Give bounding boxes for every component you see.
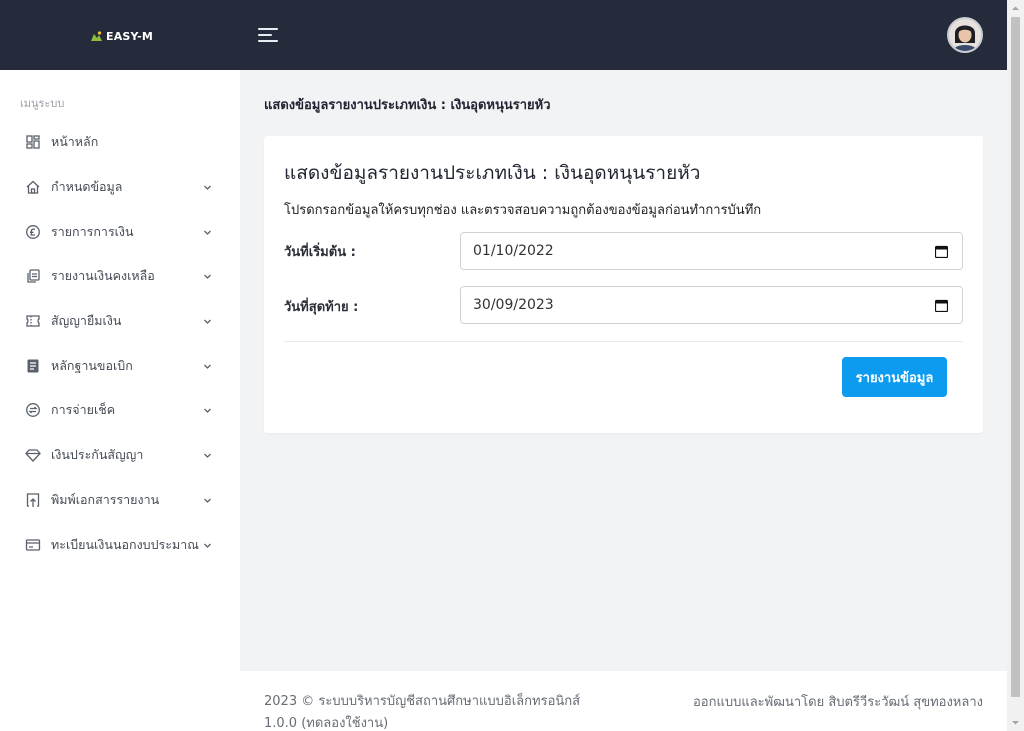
sidebar-item-cheque-payment[interactable]: การจ่ายเช็ค xyxy=(0,388,240,433)
card-divider xyxy=(284,341,963,342)
chevron-down-icon xyxy=(204,185,211,190)
diamond-icon xyxy=(25,449,41,463)
card-icon xyxy=(25,538,41,551)
chevron-down-icon xyxy=(204,453,211,459)
sidebar-item-off-budget-register[interactable]: ทะเบียนเงินนอกงบประมาณ xyxy=(0,522,240,567)
card-description: โปรดกรอกข้อมูลให้ครบทุกช่อง และตรวจสอบคว… xyxy=(284,203,762,218)
chevron-down-icon xyxy=(204,543,211,548)
sidebar-item-print-report[interactable]: พิมพ์เอกสารรายงาน xyxy=(0,478,240,523)
sidebar-item-finance-list[interactable]: รายการการเงิน xyxy=(0,209,240,254)
brand-logo-icon xyxy=(91,30,102,41)
brand-name: EASY-M xyxy=(106,29,154,43)
calendar-icon[interactable] xyxy=(935,299,948,312)
start-date-value: 01/10/2022 xyxy=(473,243,554,259)
user-avatar[interactable] xyxy=(947,17,983,53)
sidebar-item-label: การจ่ายเช็ค xyxy=(51,402,116,418)
sidebar-item-settings-data[interactable]: กำหนดข้อมูล xyxy=(0,165,240,210)
sidebar-item-home[interactable]: หน้าหลัก xyxy=(0,120,240,165)
chevron-down-icon xyxy=(204,274,211,280)
sidebar-item-contract-guarantee[interactable]: เงินประกันสัญญา xyxy=(0,433,240,478)
report-data-button[interactable]: รายงานข้อมูล xyxy=(842,357,947,397)
vertical-scrollbar[interactable] xyxy=(1007,0,1024,731)
end-date-label: วันที่สุดท้าย : xyxy=(284,300,359,315)
ticket-icon xyxy=(26,315,40,327)
footer: 2023 © ระบบบริหารบัญชีสถานศึกษาแบบอิเล็ก… xyxy=(240,671,1007,731)
exchange-icon xyxy=(26,403,40,418)
sidebar-item-label: ทะเบียนเงินนอกงบประมาณ xyxy=(51,536,199,552)
end-date-value: 30/09/2023 xyxy=(473,297,554,313)
card-title: แสดงข้อมูลรายงานประเภทเงิน : เงินอุดหนุน… xyxy=(284,162,701,184)
files-icon xyxy=(27,269,40,284)
page-title: แสดงข้อมูลรายงานประเภทเงิน : เงินอุดหนุน… xyxy=(264,98,551,113)
chevron-down-icon xyxy=(204,364,211,369)
sidebar-menu: หน้าหลัก กำหนดข้อมูล รายการการเงิน รายงา… xyxy=(0,120,240,567)
end-date-input[interactable]: 30/09/2023 xyxy=(460,286,963,324)
dashboard-icon xyxy=(26,135,40,149)
footer-version: 1.0.0 (ทดลองใช้งาน) xyxy=(264,716,389,731)
chevron-down-icon xyxy=(204,498,211,503)
coin-icon xyxy=(26,224,40,239)
chevron-down-icon xyxy=(204,409,211,414)
brand-logo-link[interactable]: EASY-M xyxy=(90,28,153,44)
start-date-input[interactable]: 01/10/2022 xyxy=(460,232,963,270)
sidebar-item-withdrawal-evidence[interactable]: หลักฐานขอเบิก xyxy=(0,343,240,388)
chevron-down-icon xyxy=(204,230,211,235)
sidebar-item-label: หลักฐานขอเบิก xyxy=(51,357,133,373)
scroll-down-arrow-icon[interactable] xyxy=(1007,714,1024,731)
scroll-up-arrow-icon[interactable] xyxy=(1007,0,1024,17)
sidebar: เมนูระบบ หน้าหลัก กำหนดข้อมูล รายการการเ… xyxy=(0,70,240,731)
home-icon xyxy=(26,180,40,194)
footer-credit: ออกแบบและพัฒนาโดย สิบตรีวีระวัฒน์ สุขทอง… xyxy=(692,695,983,710)
menu-toggle-icon[interactable] xyxy=(256,25,280,45)
scrollbar-thumb[interactable] xyxy=(1011,17,1020,697)
sidebar-item-loan-contract[interactable]: สัญญายืมเงิน xyxy=(0,299,240,344)
footer-copyright: 2023 © ระบบบริหารบัญชีสถานศึกษาแบบอิเล็ก… xyxy=(264,694,581,709)
sidebar-item-label: เงินประกันสัญญา xyxy=(51,447,144,463)
sidebar-item-label: รายการการเงิน xyxy=(51,223,134,239)
sidebar-item-balance-report[interactable]: รายงานเงินคงเหลือ xyxy=(0,254,240,299)
sidebar-header: เมนูระบบ xyxy=(20,97,65,110)
sidebar-item-label: กำหนดข้อมูล xyxy=(51,179,123,195)
top-navbar: EASY-M xyxy=(0,0,1007,70)
sidebar-item-label: หน้าหลัก xyxy=(51,134,99,150)
footer-copyright-block: 2023 © ระบบบริหารบัญชีสถานศึกษาแบบอิเล็ก… xyxy=(264,691,580,731)
calendar-icon[interactable] xyxy=(935,245,948,258)
sidebar-item-label: รายงานเงินคงเหลือ xyxy=(51,268,155,284)
sidebar-item-label: สัญญายืมเงิน xyxy=(51,313,122,329)
avatar-image xyxy=(949,19,981,51)
print-upload-icon xyxy=(26,493,40,507)
sidebar-item-label: พิมพ์เอกสารรายงาน xyxy=(51,491,160,507)
chevron-down-icon xyxy=(204,319,211,325)
document-icon xyxy=(27,359,39,373)
report-form-card: แสดงข้อมูลรายงานประเภทเงิน : เงินอุดหนุน… xyxy=(264,136,983,433)
start-date-label: วันที่เริ่มต้น : xyxy=(284,245,356,260)
